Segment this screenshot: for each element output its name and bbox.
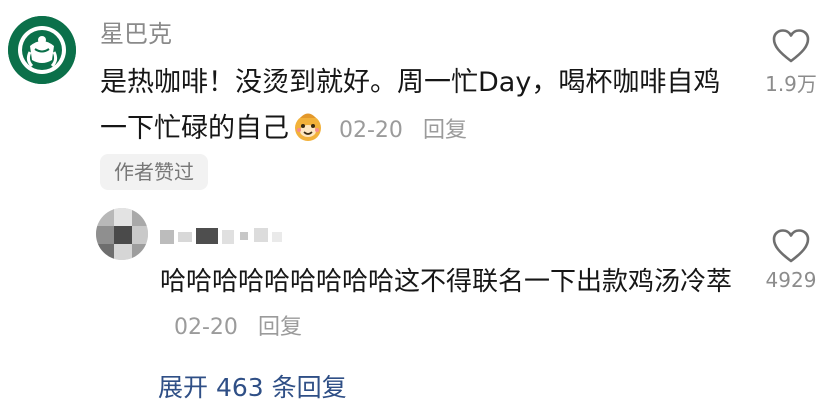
expand-replies-link[interactable]: 展开 463 条回复 <box>158 368 347 404</box>
comment-author[interactable]: 星巴克 <box>100 14 172 49</box>
heart-icon[interactable] <box>771 228 811 264</box>
reply-body: 哈哈哈哈哈哈哈哈哈这不得联名一下出款鸡汤冷萃 02-20 回复 <box>160 260 740 350</box>
reply-like[interactable]: 4929 <box>756 228 826 292</box>
comment-body: 是热咖啡！没烫到就好。周一忙Day，喝杯咖啡自鸡一下忙碌的自己 02-20 回复 <box>100 60 740 154</box>
reply-reply-button[interactable]: 回复 <box>258 315 302 340</box>
starbucks-logo-icon <box>8 16 76 84</box>
heart-icon[interactable] <box>771 28 811 64</box>
like-count: 1.9万 <box>765 72 817 96</box>
like-count: 4929 <box>765 268 817 292</box>
author-liked-badge: 作者赞过 <box>100 154 208 190</box>
reply-author-redacted[interactable] <box>160 226 290 246</box>
comment-like[interactable]: 1.9万 <box>756 28 826 97</box>
smiling-mascot-emoji-icon <box>291 109 325 143</box>
reply-button[interactable]: 回复 <box>423 118 467 143</box>
reply-text: 哈哈哈哈哈哈哈哈哈这不得联名一下出款鸡汤冷萃 <box>160 267 733 297</box>
reply-avatar-redacted[interactable] <box>96 208 148 260</box>
reply-date: 02-20 <box>174 315 238 340</box>
starbucks-avatar[interactable] <box>8 16 76 84</box>
comment-date: 02-20 <box>339 118 403 143</box>
